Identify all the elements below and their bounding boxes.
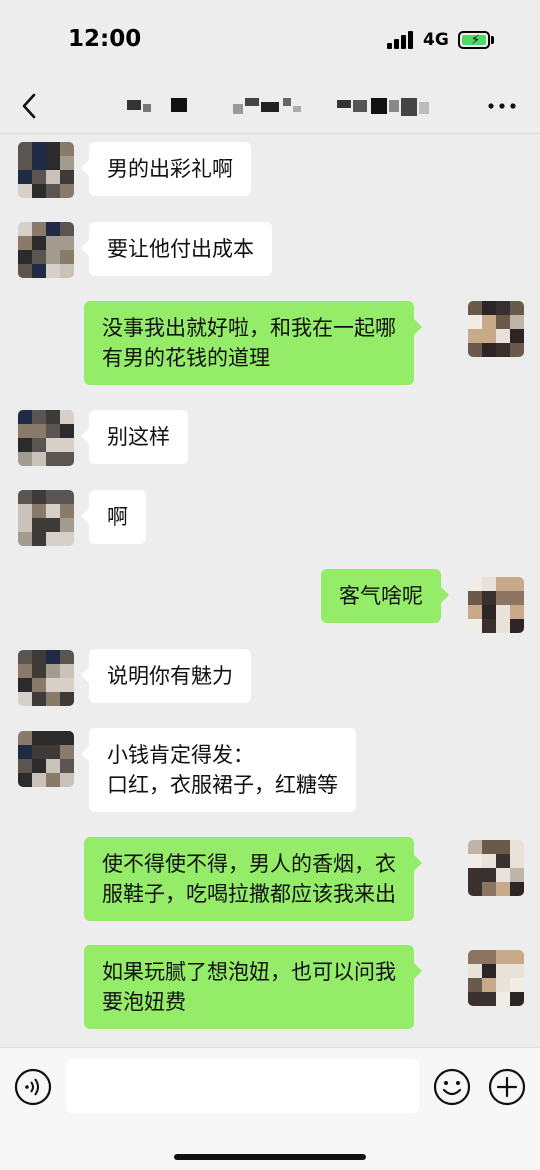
message-text: 服鞋子，吃喝拉撒都应该我来出 <box>102 882 396 906</box>
plus-icon[interactable] <box>488 1068 526 1106</box>
message-text: 没事我出就好啦，和我在一起哪 <box>102 316 396 340</box>
avatar[interactable] <box>18 731 74 787</box>
more-horizontal-icon[interactable] <box>486 92 518 120</box>
message-bubble[interactable]: 说明你有魅力 <box>81 649 251 703</box>
message-bubble[interactable]: 客气啥呢 <box>321 569 449 623</box>
battery-cap <box>491 36 494 44</box>
avatar[interactable] <box>18 410 74 466</box>
message-bubble[interactable]: 啊 <box>81 490 146 544</box>
message-bubble[interactable]: 没事我出就好啦，和我在一起哪 有男的花钱的道理 <box>84 301 422 385</box>
voice-icon[interactable] <box>14 1068 52 1106</box>
message-input[interactable] <box>66 1059 419 1113</box>
message-text: 客气啥呢 <box>339 584 423 608</box>
avatar[interactable] <box>468 577 524 633</box>
message-text: 要让他付出成本 <box>107 237 254 261</box>
message-text: 口红，衣服裙子，红糖等 <box>107 773 338 797</box>
input-bar <box>0 1047 540 1170</box>
message-text: 使不得使不得，男人的香烟，衣 <box>102 852 396 876</box>
chevron-left-icon[interactable] <box>18 90 42 122</box>
message-text: 啊 <box>107 505 128 529</box>
message-text: 要泡妞费 <box>102 990 186 1014</box>
message-bubble[interactable]: 如果玩腻了想泡妞，也可以问我 要泡妞费 <box>84 945 422 1029</box>
message-text: 有男的花钱的道理 <box>102 346 270 370</box>
message-text: 如果玩腻了想泡妞，也可以问我 <box>102 960 396 984</box>
message-text: 别这样 <box>107 425 170 449</box>
message-bubble[interactable]: 要让他付出成本 <box>81 222 272 276</box>
message-bubble[interactable]: 男的出彩礼啊 <box>81 142 251 196</box>
avatar[interactable] <box>468 950 524 1006</box>
avatar[interactable] <box>468 301 524 357</box>
message-bubble[interactable]: 使不得使不得，男人的香烟，衣 服鞋子，吃喝拉撒都应该我来出 <box>84 837 422 921</box>
message-bubble[interactable]: 小钱肯定得发： 口红，衣服裙子，红糖等 <box>81 728 356 812</box>
avatar[interactable] <box>18 142 74 198</box>
message-text: 小钱肯定得发： <box>107 743 254 767</box>
message-text: 男的出彩礼啊 <box>107 157 233 181</box>
chat-title-obscured <box>125 92 435 120</box>
avatar[interactable] <box>18 490 74 546</box>
avatar[interactable] <box>468 840 524 896</box>
chat-header <box>0 78 540 134</box>
avatar[interactable] <box>18 222 74 278</box>
home-indicator <box>174 1154 366 1160</box>
emoji-icon[interactable] <box>433 1068 471 1106</box>
status-bar: 12:00 4G ⚡ <box>0 0 540 78</box>
message-text: 说明你有魅力 <box>107 664 233 688</box>
status-time: 12:00 <box>68 26 142 52</box>
avatar[interactable] <box>18 650 74 706</box>
message-bubble[interactable]: 别这样 <box>81 410 188 464</box>
battery-icon: ⚡ <box>458 31 490 49</box>
signal-strength-icon <box>387 31 415 49</box>
network-type: 4G <box>423 30 449 50</box>
